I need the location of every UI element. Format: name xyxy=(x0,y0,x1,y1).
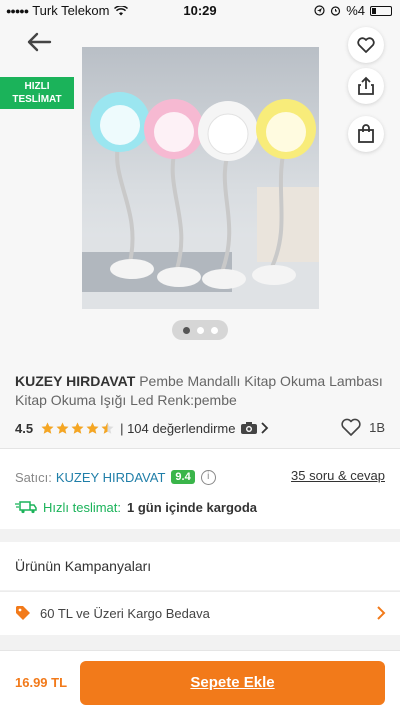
heart-outline-icon xyxy=(341,418,361,436)
share-icon xyxy=(358,76,374,95)
fast-delivery-badge-line1: HIZLI xyxy=(24,81,50,92)
star-icon xyxy=(56,422,69,434)
tag-icon xyxy=(16,606,30,620)
rating-value: 4.5 xyxy=(15,420,34,436)
pager-dot[interactable] xyxy=(210,326,218,334)
cart-button[interactable] xyxy=(348,116,384,152)
campaigns-title: Ürünün Kampanyaları xyxy=(15,558,152,574)
battery-percent: %4 xyxy=(346,3,365,18)
seller-name-link[interactable]: KUZEY HIRDAVAT xyxy=(56,470,166,485)
product-photo xyxy=(82,92,319,309)
shipping-row: Hızlı teslimat: 1 gün içinde kargoda xyxy=(15,498,257,516)
chevron-right-icon xyxy=(377,606,386,620)
product-title: KUZEY HIRDAVAT Pembe Mandallı Kitap Okum… xyxy=(15,372,385,410)
star-icon xyxy=(101,422,114,434)
camera-icon xyxy=(241,422,258,434)
back-arrow-icon xyxy=(27,32,52,52)
pager-dot[interactable] xyxy=(182,326,190,334)
product-brand[interactable]: KUZEY HIRDAVAT xyxy=(15,373,135,389)
heart-icon xyxy=(357,37,375,53)
price: 16.99 TL xyxy=(15,675,68,690)
share-button[interactable] xyxy=(348,68,384,104)
fast-delivery-badge-line2: TESLİMAT xyxy=(12,94,62,105)
chevron-right-icon xyxy=(261,422,269,434)
campaigns-header: Ürünün Kampanyaları xyxy=(0,542,400,590)
fast-delivery-badge: HIZLI TESLİMAT xyxy=(0,77,74,109)
star-icon xyxy=(86,422,99,434)
campaign-item[interactable]: 60 TL ve Üzeri Kargo Bedava xyxy=(0,591,400,635)
rating-row[interactable]: 4.5 | 104 değerlendirme xyxy=(15,419,385,437)
battery-icon xyxy=(370,5,392,16)
product-gallery: HIZLI TESLİMAT xyxy=(0,20,400,350)
alarm-icon xyxy=(331,6,341,16)
star-icon xyxy=(41,422,54,434)
truck-icon xyxy=(15,501,37,514)
pager-dot[interactable] xyxy=(196,326,204,334)
campaign-text: 60 TL ve Üzeri Kargo Bedava xyxy=(40,606,210,621)
favorite-count[interactable]: 1B xyxy=(341,418,385,436)
info-icon[interactable]: i xyxy=(200,469,216,485)
image-pager[interactable] xyxy=(172,320,228,340)
favorite-button[interactable] xyxy=(348,27,384,63)
favorite-count-label: 1B xyxy=(369,419,385,435)
shopping-bag-icon xyxy=(358,124,374,143)
status-right: %4 xyxy=(314,3,392,18)
product-image[interactable] xyxy=(82,47,319,309)
seller-section: Satıcı: KUZEY HIRDAVAT 9.4 i 35 soru & c… xyxy=(0,448,400,529)
shipping-value: 1 gün içinde kargoda xyxy=(127,499,258,515)
status-bar: ●●●●● Turk Telekom 10:29 %4 xyxy=(0,0,400,20)
back-button[interactable] xyxy=(24,28,56,56)
location-icon xyxy=(314,5,325,16)
questions-link[interactable]: 35 soru & cevap xyxy=(291,468,385,483)
product-info: KUZEY HIRDAVAT Pembe Mandallı Kitap Okum… xyxy=(0,350,400,448)
shipping-label: Hızlı teslimat: xyxy=(43,499,122,515)
seller-score-badge: 9.4 xyxy=(171,470,195,484)
add-to-cart-button[interactable]: Sepete Ekle xyxy=(80,661,385,705)
seller-label: Satıcı: xyxy=(15,469,52,485)
star-icon xyxy=(71,422,84,434)
bottom-bar: 16.99 TL Sepete Ekle xyxy=(0,650,400,711)
seller-row: Satıcı: KUZEY HIRDAVAT 9.4 i 35 soru & c… xyxy=(15,468,385,486)
rating-stars xyxy=(41,422,114,435)
review-count[interactable]: | 104 değerlendirme xyxy=(120,421,235,436)
